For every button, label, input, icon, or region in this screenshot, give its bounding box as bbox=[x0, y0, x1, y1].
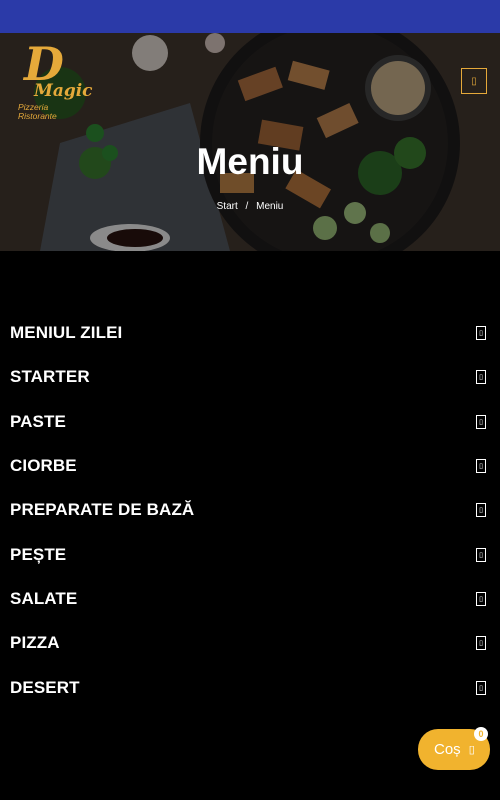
cart-count-badge: 0 bbox=[474, 727, 488, 741]
chevron-icon: ▯ bbox=[476, 414, 486, 429]
chevron-icon: ▯ bbox=[476, 591, 486, 606]
breadcrumb-current: Meniu bbox=[256, 201, 284, 212]
category-label: DESERT bbox=[10, 677, 80, 697]
chevron-icon: ▯ bbox=[476, 370, 486, 385]
category-label: STARTER bbox=[10, 367, 90, 387]
category-ciorbe[interactable]: CIORBE ▯ bbox=[0, 444, 500, 488]
category-label: CIORBE bbox=[10, 456, 77, 476]
breadcrumb-home-link[interactable]: Start bbox=[217, 201, 238, 212]
logo-subtitle: Pizzeria Ristorante bbox=[18, 103, 78, 121]
chevron-icon: ▯ bbox=[476, 680, 486, 695]
category-preparate-de-baza[interactable]: PREPARATE DE BAZĂ ▯ bbox=[0, 488, 500, 532]
category-pizza[interactable]: PIZZA ▯ bbox=[0, 621, 500, 665]
page-title: Meniu bbox=[196, 141, 304, 182]
chevron-icon: ▯ bbox=[476, 547, 486, 562]
cart-icon: ▯ bbox=[468, 744, 475, 756]
menu-icon: ▯ bbox=[471, 75, 477, 87]
category-label: PEȘTE bbox=[10, 544, 67, 564]
category-label: MENIUL ZILEI bbox=[10, 323, 123, 343]
category-meniul-zilei[interactable]: MENIUL ZILEI ▯ bbox=[0, 311, 500, 355]
breadcrumb-separator: / bbox=[245, 201, 249, 212]
category-desert[interactable]: DESERT ▯ bbox=[0, 665, 500, 709]
cart-button[interactable]: Coș ▯ 0 bbox=[418, 727, 490, 770]
chevron-icon: ▯ bbox=[476, 636, 486, 651]
category-peste[interactable]: PEȘTE ▯ bbox=[0, 532, 500, 576]
category-label: SALATE bbox=[10, 588, 78, 608]
category-label: PASTE bbox=[10, 411, 66, 431]
logo-word: Magic bbox=[34, 81, 93, 101]
category-label: PREPARATE DE BAZĂ bbox=[10, 500, 195, 520]
logo[interactable]: D Magic Pizzeria Ristorante bbox=[12, 41, 93, 121]
category-paste[interactable]: PASTE ▯ bbox=[0, 400, 500, 444]
logo-subtitle-2: Ristorante bbox=[18, 111, 57, 121]
chevron-icon: ▯ bbox=[476, 459, 486, 474]
hero-banner: D Magic Pizzeria Ristorante ▯ Meniu Star… bbox=[0, 33, 500, 251]
top-bar bbox=[0, 0, 500, 33]
cart-label: Coș bbox=[434, 741, 461, 758]
breadcrumb: Start / Meniu bbox=[0, 201, 500, 212]
category-salate[interactable]: SALATE ▯ bbox=[0, 577, 500, 621]
category-label: PIZZA bbox=[10, 633, 60, 653]
chevron-icon: ▯ bbox=[476, 503, 486, 518]
menu-toggle-button[interactable]: ▯ bbox=[461, 68, 487, 94]
chevron-icon: ▯ bbox=[476, 326, 486, 341]
menu-category-list: MENIUL ZILEI ▯ STARTER ▯ PASTE ▯ CIORBE … bbox=[0, 311, 500, 710]
category-starter[interactable]: STARTER ▯ bbox=[0, 355, 500, 399]
